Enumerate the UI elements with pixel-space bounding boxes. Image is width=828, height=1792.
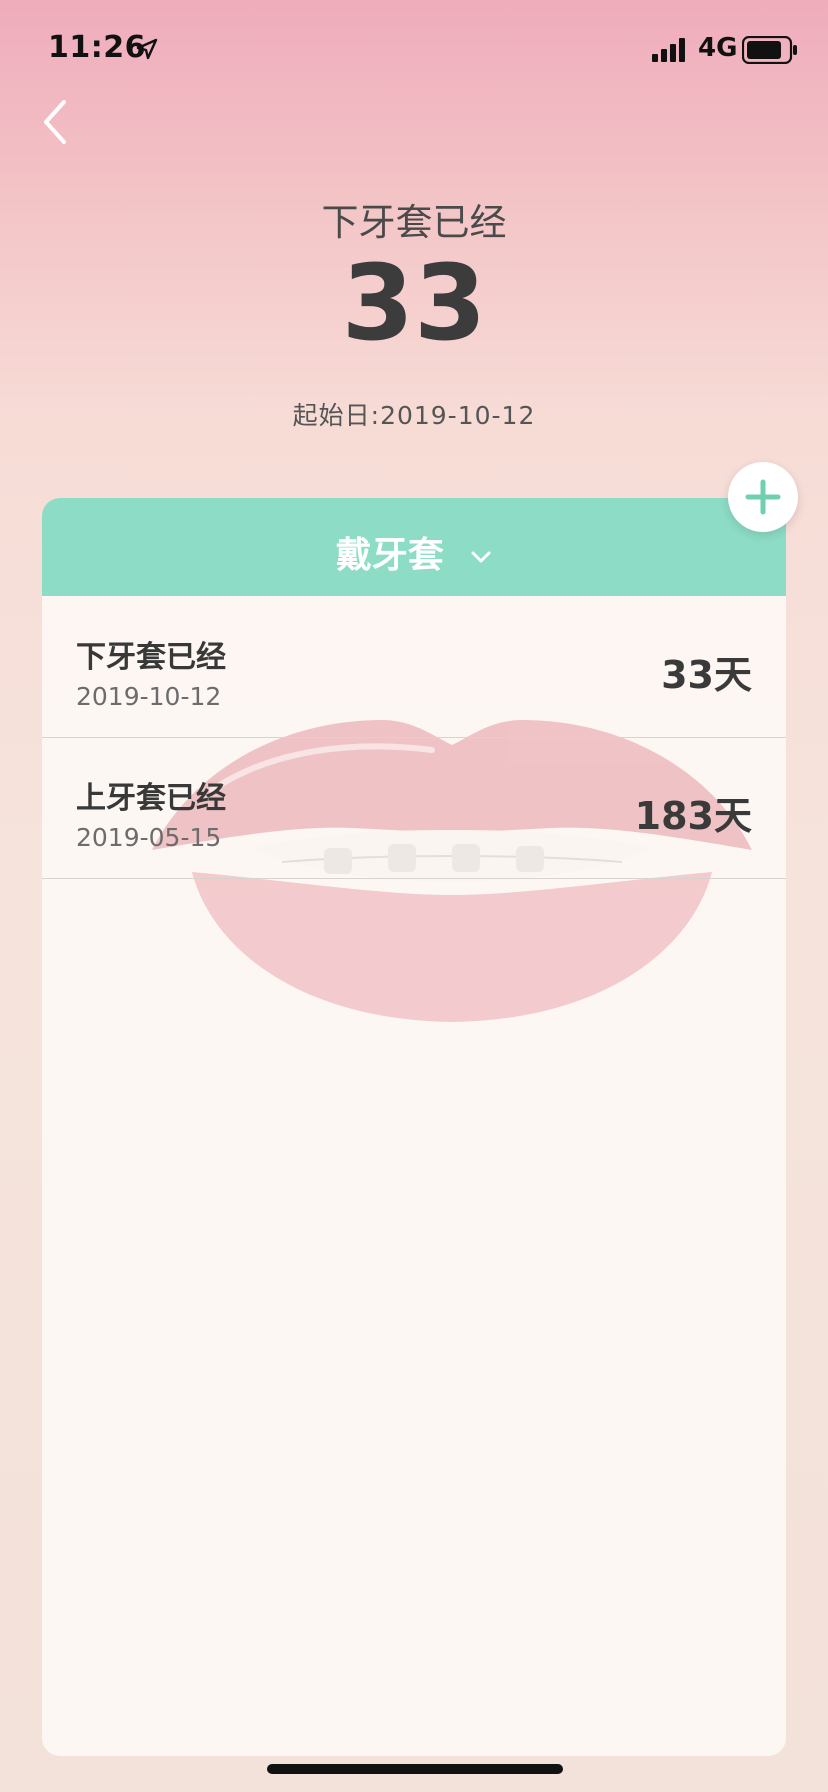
list-item[interactable]: 下牙套已经 2019-10-12 33天 (42, 596, 786, 736)
back-button[interactable] (36, 94, 80, 150)
counter-value: 33 (341, 242, 487, 364)
chevron-left-icon (44, 100, 66, 144)
category-title: 戴牙套 (335, 535, 444, 576)
location-arrow-icon (136, 38, 158, 60)
home-indicator[interactable] (267, 1764, 563, 1774)
add-button[interactable] (728, 462, 798, 532)
status-time: 11:26 (48, 30, 146, 65)
battery-icon (742, 36, 797, 64)
list-item[interactable]: 上牙套已经 2019-05-15 183天 (42, 737, 786, 877)
signal-icon (652, 38, 685, 62)
category-dropdown[interactable]: 戴牙套 (42, 498, 786, 596)
item-days: 183天 (634, 794, 752, 838)
item-title: 下牙套已经 (76, 640, 226, 675)
item-date: 2019-05-15 (76, 823, 222, 852)
plus-icon (745, 479, 781, 515)
braces-card: 戴牙套 下牙套已经 2019-10-12 33天 上牙套已经 2019-05-1… (42, 498, 786, 1756)
start-date: 起始日:2019-10-12 (292, 401, 536, 430)
category-dropdown-label: 戴牙套 (42, 526, 786, 578)
item-date: 2019-10-12 (76, 682, 222, 711)
list-divider (42, 878, 786, 879)
item-days: 33天 (661, 653, 752, 697)
counter-title: 下牙套已经 (321, 201, 507, 244)
status-bar: 11:26 4G (0, 0, 828, 100)
network-label: 4G (698, 33, 738, 63)
chevron-down-icon (471, 551, 491, 563)
item-title: 上牙套已经 (76, 781, 226, 816)
